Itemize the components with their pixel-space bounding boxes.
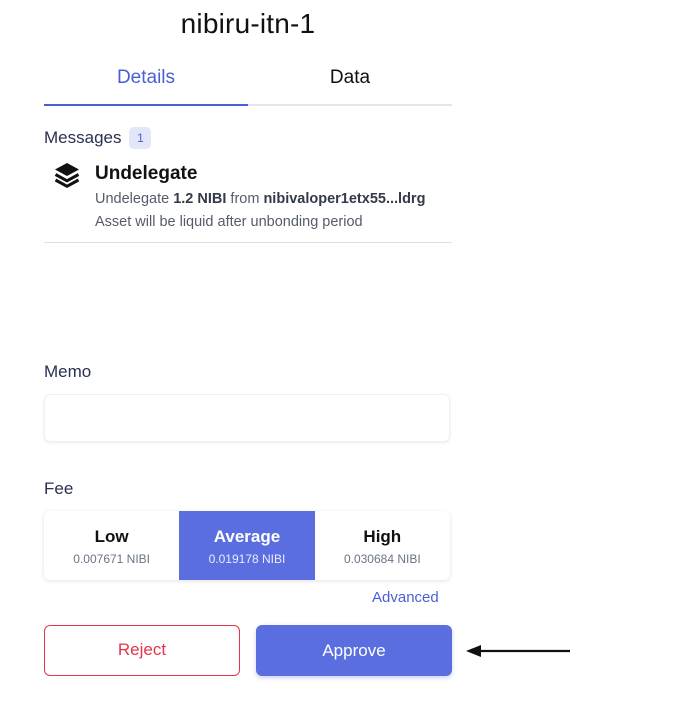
- tab-details[interactable]: Details: [44, 62, 248, 106]
- message-note: Asset will be liquid after unbonding per…: [95, 214, 363, 230]
- message-item: Undelegate Undelegate 1.2 NIBI from nibi…: [44, 158, 452, 243]
- fee-selector: Low 0.007671 NIBI Average 0.019178 NIBI …: [44, 511, 450, 580]
- memo-input[interactable]: [44, 394, 450, 442]
- message-validator: nibivaloper1etx55...ldrg: [263, 191, 426, 207]
- tab-data[interactable]: Data: [248, 62, 452, 104]
- fee-option-name: High: [363, 527, 402, 546]
- fee-label: Fee: [44, 479, 74, 498]
- fee-option-average[interactable]: Average 0.019178 NIBI: [179, 511, 315, 580]
- fee-option-amount: 0.030684 NIBI: [343, 552, 421, 566]
- reject-button[interactable]: Reject: [44, 625, 240, 676]
- layers-icon: [54, 163, 80, 188]
- fee-option-low[interactable]: Low 0.007671 NIBI: [44, 511, 179, 580]
- messages-count-badge: 1: [129, 127, 152, 149]
- message-amount: 1.2 NIBI: [173, 191, 227, 207]
- pointer-arrow-icon: [466, 645, 570, 657]
- memo-label: Memo: [44, 362, 92, 381]
- chain-title: nibiru-itn-1: [180, 8, 316, 39]
- fee-option-name: Low: [94, 527, 129, 546]
- fee-option-high[interactable]: High 0.030684 NIBI: [315, 511, 450, 580]
- tab-bar: Details Data: [44, 62, 452, 106]
- message-title: Undelegate: [95, 163, 198, 184]
- message-description: Undelegate 1.2 NIBI from nibivaloper1etx…: [95, 191, 426, 207]
- fee-option-amount: 0.007671 NIBI: [73, 552, 151, 566]
- fee-option-amount: 0.019178 NIBI: [208, 552, 286, 566]
- messages-label: Messages: [44, 128, 122, 147]
- messages-header: Messages 1: [44, 127, 152, 149]
- fee-option-name: Average: [213, 527, 281, 546]
- approve-button[interactable]: Approve: [256, 625, 452, 676]
- advanced-link[interactable]: Advanced: [372, 589, 439, 606]
